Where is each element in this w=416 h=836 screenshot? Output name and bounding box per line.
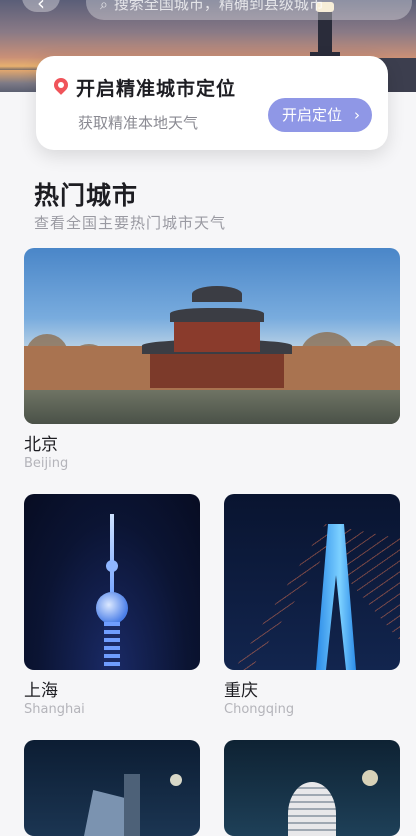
city-en-beijing: Beijing (24, 456, 69, 471)
city-card-5[interactable] (224, 740, 400, 836)
enable-location-button[interactable]: 开启定位 › (268, 98, 372, 132)
city-name-chongqing: 重庆 (224, 681, 258, 701)
chevron-right-icon: › (354, 106, 360, 124)
bridge-cables (234, 524, 400, 670)
tower-legs (104, 622, 120, 670)
watchtower-base (150, 352, 284, 388)
moat-water (24, 390, 400, 424)
city-en-chongqing: Chongqing (224, 702, 295, 717)
tower-image (288, 782, 336, 836)
search-icon: ⌕ (100, 0, 108, 13)
skyscraper-image (124, 774, 140, 836)
tower-sphere (96, 592, 128, 624)
city-card-shanghai[interactable] (24, 494, 200, 670)
search-input[interactable]: ⌕ 搜索全国城市，精确到县级城市 (86, 0, 412, 20)
watchtower-roof (192, 286, 242, 302)
location-pin-icon (51, 75, 71, 95)
location-card-subtitle: 获取精准本地天气 (78, 114, 199, 132)
enable-location-label: 开启定位 (282, 106, 343, 124)
location-card-title: 开启精准城市定位 (76, 78, 237, 100)
city-name-shanghai: 上海 (24, 681, 58, 701)
tower-spire (110, 514, 114, 604)
city-en-shanghai: Shanghai (24, 702, 85, 717)
city-name-beijing: 北京 (24, 435, 58, 455)
hot-cities-subtitle: 查看全国主要热门城市天气 (34, 214, 227, 232)
city-card-beijing[interactable] (24, 248, 400, 424)
moon-image (170, 774, 182, 786)
watchtower-roof (170, 308, 264, 322)
moon-image (362, 770, 378, 786)
search-placeholder: 搜索全国城市，精确到县级城市 (113, 0, 324, 13)
chevron-left-icon: ‹ (37, 0, 45, 15)
back-button[interactable]: ‹ (22, 0, 60, 15)
watchtower-body (174, 318, 260, 352)
hot-cities-title: 热门城市 (34, 181, 139, 210)
tower-upper-sphere (106, 560, 118, 572)
location-card: 开启精准城市定位 获取精准本地天气 开启定位 › (36, 56, 388, 150)
city-card-chongqing[interactable] (224, 494, 400, 670)
city-card-4[interactable] (24, 740, 200, 836)
